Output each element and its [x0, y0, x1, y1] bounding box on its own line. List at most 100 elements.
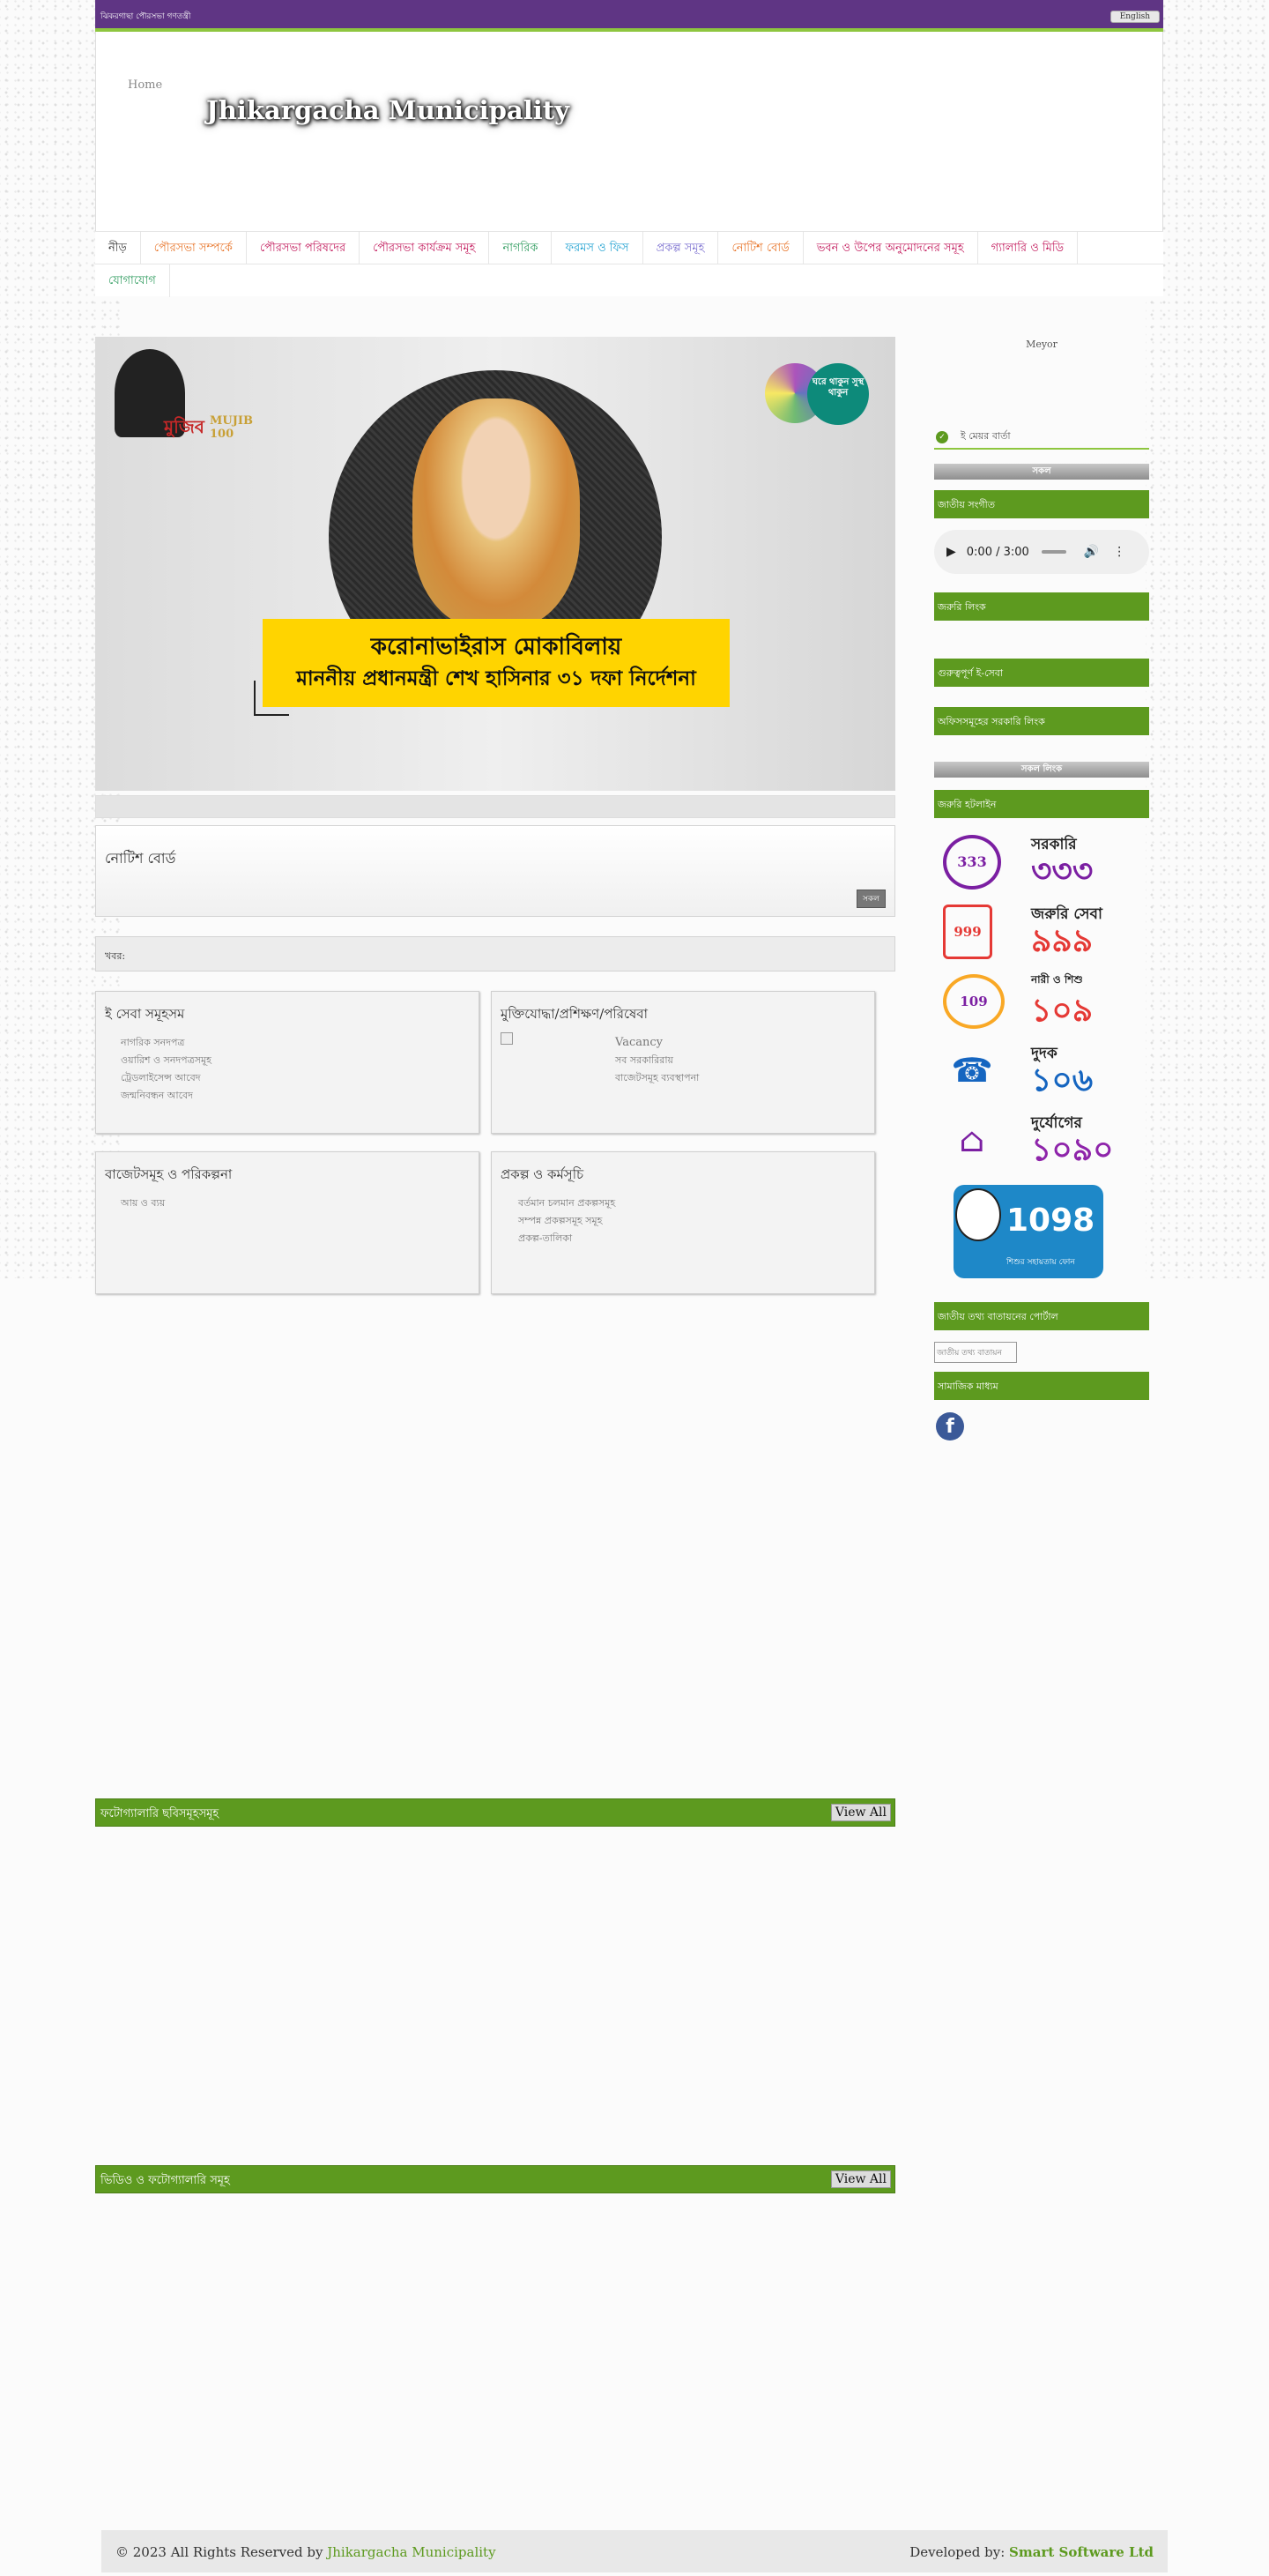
- child-cartoon-icon: [955, 1188, 1001, 1241]
- developer-label: Developed by:: [909, 2544, 1006, 2560]
- view-all-button[interactable]: View All: [830, 1804, 891, 1821]
- check-circle-icon: ✓: [936, 431, 948, 443]
- nav-item[interactable]: গ্যালারি ও মিডি: [978, 232, 1079, 264]
- facebook-icon[interactable]: f: [936, 1412, 964, 1441]
- site-title: Jhikargacha Municipality: [206, 95, 569, 125]
- more-options-icon[interactable]: ⋮: [1113, 545, 1125, 559]
- developer-credit: Developed by: Smart Software Ltd: [909, 2544, 1154, 2560]
- sidebar-grey-bar: সকল: [934, 464, 1149, 480]
- mayor-caption: Meyor: [1026, 339, 1058, 350]
- mayor-message[interactable]: ✓ ই মেয়র বার্তা: [934, 423, 1149, 450]
- office-links-header[interactable]: অফিসসমূহের সরকারি লিংক: [934, 707, 1149, 735]
- slider-pager[interactable]: [95, 795, 895, 818]
- audio-player[interactable]: ▶ 0:00 / 3:00 🔊 ⋮: [934, 530, 1149, 574]
- hotline-number: ৯৯৯: [1031, 922, 1094, 959]
- section-title: ভিডিও ও ফটোগ্যালারি সমূহ: [100, 2174, 230, 2187]
- card-link[interactable]: জন্মনিবন্ধন আবেদ: [121, 1087, 212, 1105]
- card-link[interactable]: বর্তমান চলমান প্রকল্পসমূহ: [518, 1195, 615, 1212]
- nav-item[interactable]: নাগরিক: [489, 232, 553, 264]
- nav-item[interactable]: নোটিশ বোর্ড: [718, 232, 804, 264]
- developer-link[interactable]: Smart Software Ltd: [1009, 2544, 1154, 2560]
- hotline-title: নারী ও শিশু: [1031, 973, 1083, 986]
- card-link[interactable]: নাগরিক সনদপত্র: [121, 1034, 212, 1052]
- hotline-number: ১০৯০: [1031, 1131, 1114, 1168]
- photo-gallery-header: ফটোগ্যালারি ছবিসমূহসমূহ View All: [95, 1798, 895, 1827]
- service-card: মুক্তিযোদ্ধা/প্রশিক্ষণ/পরিষেবা Vacancy স…: [491, 991, 875, 1134]
- nav-row-1: নীড় পৌরসভা সম্পর্কে পৌরসভা পরিষদের পৌরসভা …: [95, 232, 1163, 264]
- caption-line-1: করোনাভাইরাস মোকাবিলায়: [370, 634, 622, 660]
- top-bar-tagline: ঝিকরগাছা পৌরসভা গণতন্ত্রী: [100, 12, 191, 21]
- play-icon[interactable]: ▶: [946, 545, 956, 559]
- card-link[interactable]: ওয়ারিশ ও সনদপত্রসমূহ: [121, 1052, 212, 1069]
- service-card: বাজেটসমূহ ও পরিকল্পনা আয় ও ব্যয়: [95, 1151, 479, 1294]
- card-links: Vacancy সব সরকারিরায় বাজেটসমূহ ব্যবস্থা…: [615, 1034, 699, 1087]
- card-title: ই সেবা সমূহসম: [105, 1006, 185, 1022]
- card-link[interactable]: সব সরকারিরায়: [615, 1052, 699, 1069]
- helpline-number: 1098: [1006, 1202, 1095, 1239]
- phone-999-icon: 999: [943, 905, 992, 959]
- phone-333-icon: 333: [943, 835, 1001, 890]
- language-switch-button[interactable]: English: [1109, 11, 1160, 23]
- nav-item[interactable]: ভবন ও উপের অনুমোদনের সমূহ: [804, 232, 978, 264]
- nav-row-2: যোগাযোগ: [95, 264, 1163, 297]
- nav-item[interactable]: পৌরসভা পরিষদের: [247, 232, 360, 264]
- card-link[interactable]: সম্পন্ন প্রকল্পসমূহ সমূহ: [518, 1212, 615, 1230]
- nav-item[interactable]: পৌরসভা কার্যক্রম সমূহ: [360, 232, 490, 264]
- mujib-100-logo: মুজিব MUJIB 100: [111, 346, 256, 451]
- emergency-hotline-header: জরুরি হটলাইন: [934, 790, 1149, 818]
- mujib-logo-text: মুজিব: [164, 416, 204, 437]
- section-title: ফটোগ্যালারি ছবিসমূহসমূহ: [100, 1807, 219, 1820]
- top-bar: ঝিকরগাছা পৌরসভা গণতন্ত্রী English: [95, 0, 1163, 32]
- card-title: মুক্তিযোদ্ধা/প্রশিক্ষণ/পরিষেবা: [501, 1006, 648, 1022]
- portal-image-link[interactable]: জাতীয় তথ্য বাতায়ন: [934, 1342, 1017, 1363]
- mujib-logo-sub: MUJIB 100: [210, 414, 253, 441]
- slider-caption: করোনাভাইরাস মোকাবিলায় মাননীয় প্রধানমন্…: [263, 619, 730, 707]
- card-link[interactable]: ট্রেডলাইসেন্স আবেদ: [121, 1069, 212, 1087]
- service-card: প্রকল্প ও কর্মসূচি বর্তমান চলমান প্রকল্প…: [491, 1151, 875, 1294]
- main-navigation: নীড় পৌরসভা সম্পর্কে পৌরসভা পরিষদের পৌরসভা …: [95, 231, 1163, 297]
- home-logo-link[interactable]: Home: [128, 78, 162, 92]
- broken-image-icon: [501, 1032, 513, 1045]
- card-link[interactable]: বাজেটসমূহ ব্যবস্থাপনা: [615, 1069, 699, 1087]
- important-links-header: জরুরি লিংক: [934, 592, 1149, 621]
- notice-more-button[interactable]: সকল: [857, 890, 886, 908]
- nav-item[interactable]: যোগাযোগ: [95, 264, 170, 297]
- audio-progress-bar[interactable]: [1041, 550, 1066, 554]
- volume-icon[interactable]: 🔊: [1084, 545, 1099, 559]
- hotline-106[interactable]: ☎ দুদক ১০৬: [943, 1040, 1142, 1102]
- news-ticker: খবর:: [95, 936, 895, 972]
- hotline-109[interactable]: 109 নারী ও শিশু ১০৯: [943, 971, 1142, 1032]
- mayor-message-label: ই মেয়র বার্তা: [961, 430, 1011, 442]
- card-link[interactable]: আয় ও ব্যয়: [121, 1195, 165, 1212]
- hero-slider[interactable]: মুজিব MUJIB 100 ঘরে থাকুন সুস্থ থাকুন কর…: [95, 337, 895, 791]
- hotline-1090[interactable]: ⌂ দুর্যোগের ১০৯০: [943, 1110, 1142, 1172]
- video-gallery-header: ভিডিও ও ফটোগ্যালারি সমূহ View All: [95, 2165, 895, 2193]
- nav-item[interactable]: নীড়: [95, 232, 141, 264]
- card-links: আয় ও ব্যয়: [121, 1195, 165, 1212]
- hotline-number: ৩৩৩: [1031, 852, 1094, 890]
- national-anthem-header: জাতীয় সংগীত: [934, 490, 1149, 518]
- child-helpline-1098[interactable]: 1098 শিশুর সহায়তায় ফোন: [954, 1185, 1103, 1278]
- e-service-header[interactable]: গুরুত্বপূর্ণ ই-সেবা: [934, 659, 1149, 687]
- hotline-333[interactable]: 333 সরকারি ৩৩৩: [943, 831, 1142, 893]
- nav-item[interactable]: প্রকল্প সমূহ: [643, 232, 719, 264]
- view-all-button[interactable]: View All: [830, 2170, 891, 2188]
- card-link[interactable]: Vacancy: [615, 1034, 699, 1052]
- stay-home-badge: ঘরে থাকুন সুস্থ থাকুন: [807, 363, 869, 425]
- portal-header: জাতীয় তথ্য বাতায়নের পোর্টাল: [934, 1302, 1149, 1330]
- nav-item[interactable]: ফরমস ও ফিস: [552, 232, 643, 264]
- hotline-number: ১০৯: [1031, 992, 1094, 1029]
- footer-org-link[interactable]: Jhikargacha Municipality: [327, 2544, 495, 2560]
- hotline-999[interactable]: 999 জরুরি সেবা ৯৯৯: [943, 901, 1142, 963]
- social-media-header: সামাজিক মাধ্যম: [934, 1372, 1149, 1400]
- sidebar-grey-bar-2: সকল লিংক: [934, 762, 1149, 778]
- card-title: বাজেটসমূহ ও পরিকল্পনা: [105, 1166, 233, 1182]
- notice-board-title: নোটিশ বোর্ড: [105, 850, 176, 867]
- prime-minister-portrait: [412, 398, 580, 628]
- phone-109-icon: 109: [943, 974, 1005, 1029]
- nav-item[interactable]: পৌরসভা সম্পর্কে: [141, 232, 247, 264]
- card-title: প্রকল্প ও কর্মসূচি: [501, 1166, 584, 1182]
- news-label: খবর:: [105, 950, 126, 962]
- card-link[interactable]: প্রকল্প-তালিকা: [518, 1230, 615, 1247]
- copyright-text: © 2023 All Rights Reserved by: [115, 2544, 323, 2560]
